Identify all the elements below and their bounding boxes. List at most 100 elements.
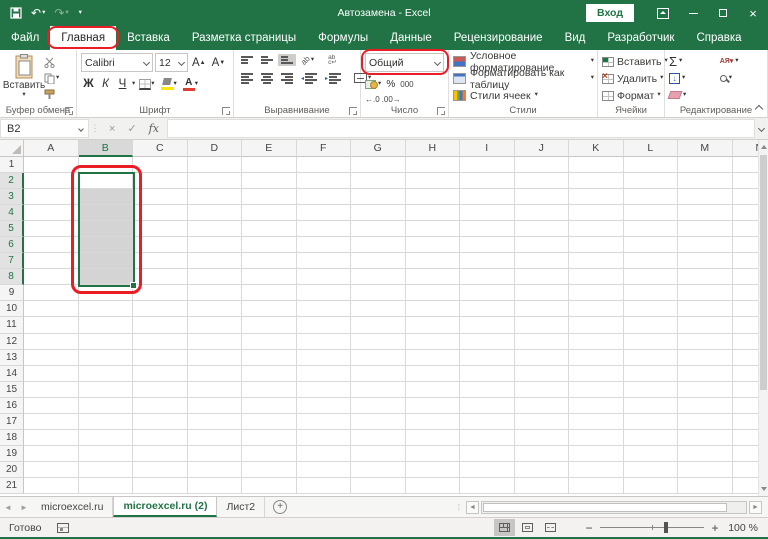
- align-bottom-button[interactable]: [278, 54, 296, 66]
- cell-N2[interactable]: [732, 173, 758, 190]
- cell-C3[interactable]: [133, 189, 188, 206]
- cell-C1[interactable]: [133, 157, 188, 174]
- cell-G3[interactable]: [351, 189, 406, 206]
- cell-D3[interactable]: [187, 189, 242, 206]
- cell-A7[interactable]: [24, 253, 79, 270]
- cell-C2[interactable]: [133, 173, 188, 190]
- cell-I19[interactable]: [460, 445, 515, 462]
- cell-I2[interactable]: [460, 173, 515, 190]
- cell-F7[interactable]: [296, 253, 351, 270]
- tab-insert[interactable]: Вставка: [116, 26, 181, 50]
- align-top-button[interactable]: [238, 54, 256, 66]
- column-header-L[interactable]: L: [623, 140, 678, 157]
- align-right-button[interactable]: [278, 71, 296, 86]
- row-header-18[interactable]: 18: [0, 429, 24, 446]
- cell-H20[interactable]: [405, 461, 460, 478]
- cell-A6[interactable]: [24, 237, 79, 254]
- cell-E20[interactable]: [242, 461, 297, 478]
- cell-H1[interactable]: [405, 157, 460, 174]
- cell-I4[interactable]: [460, 205, 515, 222]
- row-header-8[interactable]: 8: [0, 269, 24, 286]
- cell-K18[interactable]: [569, 429, 624, 446]
- sheet-tab-2-active[interactable]: microexcel.ru (2): [113, 497, 218, 517]
- row-header-9[interactable]: 9: [0, 285, 24, 302]
- fill-dropdown-icon[interactable]: ▾: [682, 74, 685, 82]
- redo-dropdown-icon[interactable]: ▾: [65, 9, 68, 17]
- cell-J8[interactable]: [514, 269, 569, 286]
- borders-button[interactable]: ▾: [137, 75, 156, 93]
- cell-B2[interactable]: [78, 173, 133, 190]
- hscroll-thumb[interactable]: [483, 502, 727, 512]
- cell-E13[interactable]: [242, 349, 297, 366]
- cell-G7[interactable]: [351, 253, 406, 270]
- cell-I20[interactable]: [460, 461, 515, 478]
- cell-N8[interactable]: [732, 269, 758, 286]
- view-normal-button[interactable]: [494, 519, 515, 536]
- cell-E10[interactable]: [242, 301, 297, 318]
- cell-E7[interactable]: [242, 253, 297, 270]
- cell-L10[interactable]: [623, 301, 678, 318]
- cell-H3[interactable]: [405, 189, 460, 206]
- cell-C4[interactable]: [133, 205, 188, 222]
- row-header-16[interactable]: 16: [0, 397, 24, 414]
- cell-B7[interactable]: [78, 253, 133, 270]
- autosum-button[interactable]: Σ ▾: [669, 53, 712, 69]
- cell-J15[interactable]: [514, 381, 569, 398]
- cell-D6[interactable]: [187, 237, 242, 254]
- cell-C19[interactable]: [133, 445, 188, 462]
- expand-formula-bar-icon[interactable]: [755, 118, 768, 139]
- cell-G11[interactable]: [351, 317, 406, 334]
- cell-I5[interactable]: [460, 221, 515, 238]
- tab-data[interactable]: Данные: [379, 26, 443, 50]
- number-format-combo[interactable]: Общий: [365, 53, 444, 72]
- bold-button[interactable]: Ж: [81, 75, 96, 93]
- cell-I18[interactable]: [460, 429, 515, 446]
- tab-home[interactable]: Главная: [47, 26, 120, 50]
- cell-F19[interactable]: [296, 445, 351, 462]
- name-box-chevron-icon[interactable]: [78, 125, 84, 132]
- cell-I9[interactable]: [460, 285, 515, 302]
- cell-G8[interactable]: [351, 269, 406, 286]
- macro-record-icon[interactable]: [57, 522, 70, 533]
- font-name-chevron-icon[interactable]: [142, 58, 151, 67]
- cell-J7[interactable]: [514, 253, 569, 270]
- cell-N4[interactable]: [732, 205, 758, 222]
- increase-indent-button[interactable]: ▸: [322, 71, 344, 86]
- cell-K21[interactable]: [569, 477, 624, 494]
- cell-F13[interactable]: [296, 349, 351, 366]
- cell-J11[interactable]: [514, 317, 569, 334]
- clear-button[interactable]: ▾: [667, 87, 712, 103]
- confirm-entry-icon[interactable]: ✓: [127, 122, 136, 135]
- cell-N14[interactable]: [732, 365, 758, 382]
- italic-button[interactable]: К: [98, 75, 113, 93]
- cell-E14[interactable]: [242, 365, 297, 382]
- cell-N18[interactable]: [732, 429, 758, 446]
- cell-J21[interactable]: [514, 477, 569, 494]
- cell-H6[interactable]: [405, 237, 460, 254]
- align-center-button[interactable]: [258, 71, 276, 86]
- wrap-text-button[interactable]: ab c↵: [325, 53, 340, 67]
- cell-L11[interactable]: [623, 317, 678, 334]
- hscroll-right-icon[interactable]: ►: [749, 500, 762, 514]
- cell-L15[interactable]: [623, 381, 678, 398]
- cell-D14[interactable]: [187, 365, 242, 382]
- zoom-slider[interactable]: [600, 522, 704, 533]
- copy-dropdown-icon[interactable]: ▾: [56, 75, 59, 82]
- cell-B17[interactable]: [78, 413, 133, 430]
- row-header-2[interactable]: 2: [0, 173, 24, 190]
- cell-G10[interactable]: [351, 301, 406, 318]
- clipboard-dialog-launcher-icon[interactable]: [65, 107, 73, 115]
- cell-L6[interactable]: [623, 237, 678, 254]
- cell-B19[interactable]: [78, 445, 133, 462]
- cell-G1[interactable]: [351, 157, 406, 174]
- insert-function-icon[interactable]: fx: [149, 122, 159, 135]
- decrease-decimal-button[interactable]: .00→: [382, 95, 401, 104]
- view-page-layout-button[interactable]: [517, 519, 538, 536]
- cell-H18[interactable]: [405, 429, 460, 446]
- row-header-13[interactable]: 13: [0, 349, 24, 366]
- cell-I3[interactable]: [460, 189, 515, 206]
- redo-button[interactable]: ↷ ▾: [54, 7, 68, 19]
- cell-E12[interactable]: [242, 333, 297, 350]
- cell-J20[interactable]: [514, 461, 569, 478]
- cell-L17[interactable]: [623, 413, 678, 430]
